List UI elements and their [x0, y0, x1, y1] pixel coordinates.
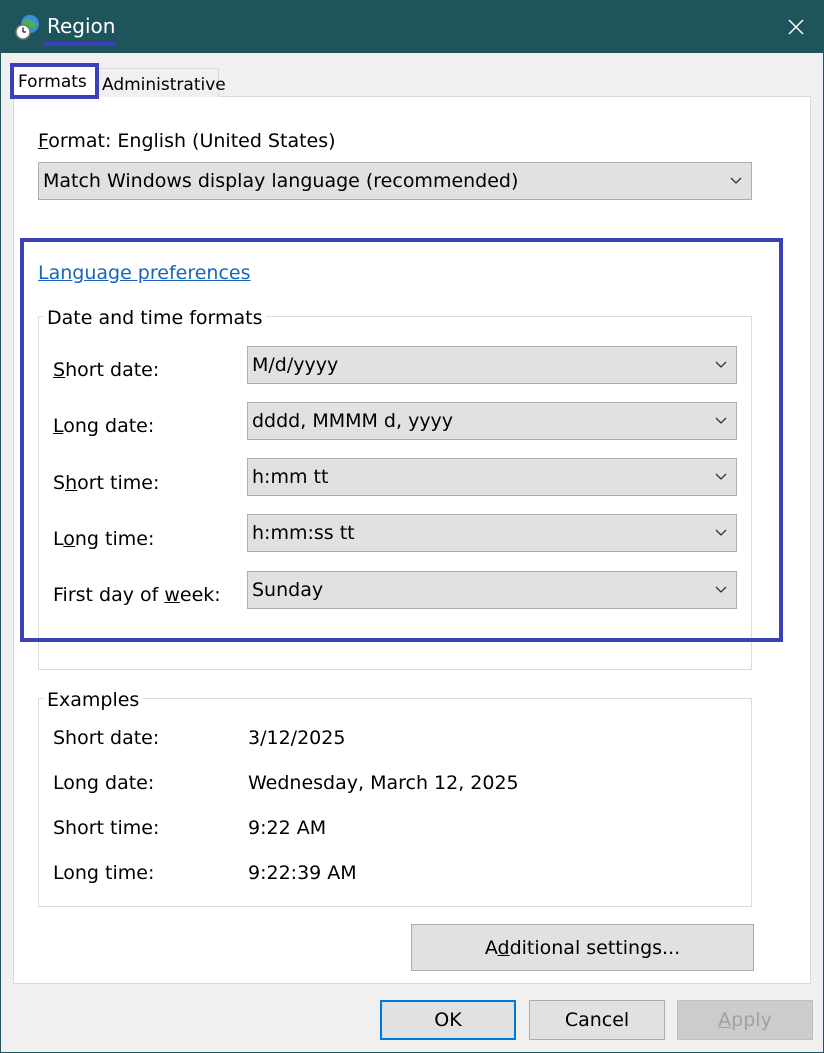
short-date-value: M/d/yyyy	[252, 354, 339, 376]
example-short-date-label: Short date:	[53, 727, 160, 749]
short-time-dropdown[interactable]: h:mm tt	[247, 458, 737, 496]
apply-button[interactable]: Apply	[677, 1000, 813, 1040]
example-long-date-label: Long date:	[53, 772, 155, 794]
long-date-label: Long date:	[53, 415, 155, 437]
first-day-of-week-value: Sunday	[252, 579, 324, 601]
example-short-time-label: Short time:	[53, 817, 160, 839]
example-long-time-value: 9:22:39 AM	[248, 862, 357, 884]
examples-title: Examples	[44, 688, 143, 712]
close-icon	[788, 19, 804, 35]
long-date-value: dddd, MMMM d, yyyy	[252, 410, 454, 432]
chevron-down-icon	[706, 403, 736, 439]
ok-button-label: OK	[434, 1009, 462, 1031]
title-bar[interactable]: Region	[1, 1, 823, 53]
example-short-time-value: 9:22 AM	[248, 817, 327, 839]
region-dialog: Region Formats Administrative Format: En…	[0, 0, 824, 1053]
date-time-formats-title: Date and time formats	[44, 306, 266, 330]
additional-settings-button[interactable]: Additional settings...	[411, 924, 754, 971]
tab-formats-label: Formats	[18, 72, 87, 92]
cancel-button-label: Cancel	[564, 1009, 630, 1031]
chevron-down-icon	[706, 572, 736, 608]
chevron-down-icon	[721, 163, 751, 199]
format-label: Format: English (United States)	[38, 130, 336, 152]
ok-button[interactable]: OK	[380, 1000, 516, 1040]
long-time-dropdown[interactable]: h:mm:ss tt	[247, 514, 737, 552]
long-date-dropdown[interactable]: dddd, MMMM d, yyyy	[247, 402, 737, 440]
format-dropdown[interactable]: Match Windows display language (recommen…	[38, 162, 752, 200]
globe-clock-icon	[15, 15, 39, 40]
chevron-down-icon	[706, 515, 736, 551]
first-day-of-week-dropdown[interactable]: Sunday	[247, 571, 737, 609]
format-dropdown-value: Match Windows display language (recommen…	[43, 170, 519, 192]
example-long-time-label: Long time:	[53, 862, 155, 884]
additional-settings-label: Additional settings...	[484, 936, 681, 959]
window-title: Region	[47, 14, 116, 38]
tab-formats[interactable]: Formats	[13, 65, 97, 97]
long-time-value: h:mm:ss tt	[252, 522, 355, 544]
close-button[interactable]	[773, 5, 819, 49]
short-time-label: Short time:	[53, 472, 160, 494]
example-long-date-value: Wednesday, March 12, 2025	[248, 772, 519, 794]
short-date-dropdown[interactable]: M/d/yyyy	[247, 346, 737, 384]
long-time-label: Long time:	[53, 528, 155, 550]
short-time-value: h:mm tt	[252, 466, 329, 488]
title-highlight	[43, 42, 115, 46]
tab-administrative-label: Administrative	[102, 75, 226, 95]
short-date-label: Short date:	[53, 359, 160, 381]
chevron-down-icon	[706, 347, 736, 383]
example-short-date-value: 3/12/2025	[248, 727, 346, 749]
chevron-down-icon	[706, 459, 736, 495]
apply-button-label: Apply	[718, 1009, 772, 1031]
first-day-of-week-label: First day of week:	[53, 584, 221, 606]
cancel-button[interactable]: Cancel	[529, 1000, 665, 1040]
language-preferences-link[interactable]: Language preferences	[38, 261, 251, 285]
tab-administrative[interactable]: Administrative	[97, 68, 226, 97]
